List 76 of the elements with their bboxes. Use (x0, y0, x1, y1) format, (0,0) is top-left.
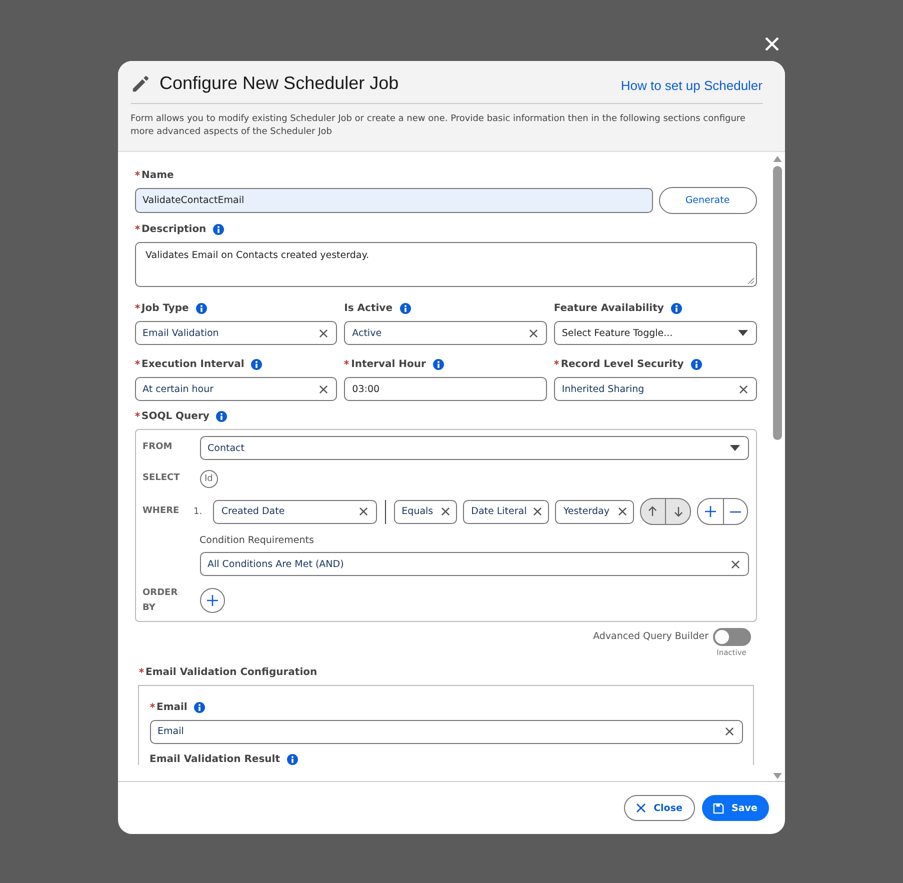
save-button[interactable]: Save (702, 795, 768, 821)
pencil-icon (130, 74, 150, 93)
description-field[interactable]: Validates Email on Contacts created yesterday. (134, 242, 756, 288)
clear-icon[interactable] (730, 560, 740, 569)
condition-requirements-label: Condition Requirements (200, 535, 315, 546)
info-icon[interactable] (196, 303, 207, 314)
field-label: Interval Hour (351, 359, 426, 370)
field-label: Email Validation Result (150, 754, 280, 765)
info-icon[interactable] (194, 702, 206, 713)
info-icon[interactable] (400, 303, 410, 314)
field-label: SOQL Query (142, 411, 210, 422)
select-field[interactable]: At certain hour (134, 377, 338, 402)
generate-button[interactable]: Generate (658, 187, 756, 214)
info-icon[interactable] (670, 303, 682, 314)
info-icon[interactable] (251, 359, 262, 370)
modal-description: Form allows you to modify existing Scheduler Job or create a new one. Provide basic information then in the following sections configure more advanced aspects of the Scheduler Job (130, 113, 746, 140)
scroll-up-icon[interactable] (773, 156, 782, 162)
clear-icon[interactable] (738, 384, 748, 394)
minus-icon (730, 510, 742, 513)
close-icon[interactable] (765, 37, 779, 51)
field-label: Description (142, 224, 206, 236)
select-field[interactable]: Inherited Sharing (554, 377, 756, 402)
clear-icon[interactable] (441, 507, 450, 516)
clear-icon[interactable] (724, 727, 734, 736)
field-label: Execution Interval (142, 359, 244, 370)
value-type-select[interactable]: Date Literal (463, 500, 550, 524)
field-label: Feature Availability (554, 303, 664, 314)
clear-icon[interactable] (319, 328, 328, 338)
add-order-button[interactable] (200, 588, 224, 614)
field-pill[interactable]: Id (200, 470, 218, 488)
select-field[interactable]: Email (150, 720, 742, 744)
close-icon (636, 803, 646, 813)
field-label: Job Type (142, 303, 189, 314)
plus-icon (704, 506, 716, 518)
order-by-label: ORDER BY (142, 587, 179, 616)
info-icon[interactable] (432, 359, 444, 370)
where-label: WHERE (142, 504, 180, 518)
object-dropdown[interactable]: Contact (200, 436, 748, 460)
info-icon[interactable] (216, 411, 228, 422)
clear-icon[interactable] (618, 507, 627, 516)
info-icon[interactable] (213, 224, 224, 236)
select-field[interactable]: Email Validation (134, 321, 338, 346)
down-arrow-icon (674, 506, 683, 518)
select-label: SELECT (142, 472, 181, 486)
field-label: Email Validation Configuration (146, 666, 318, 678)
caret-icon (730, 445, 740, 452)
plus-icon (206, 595, 218, 606)
operator-select[interactable]: Equals (394, 500, 458, 524)
field-label: Is Active (344, 303, 392, 314)
advanced-query-toggle[interactable] (712, 628, 750, 646)
info-icon[interactable] (690, 359, 702, 370)
caret-icon (738, 330, 748, 336)
from-label: FROM (142, 441, 174, 454)
condition-requirements-select[interactable]: All Conditions Are Met (AND) (200, 552, 748, 576)
clear-icon[interactable] (358, 507, 368, 516)
field-select[interactable]: Created Date (213, 500, 377, 524)
up-arrow-icon (648, 506, 658, 518)
select-field[interactable]: Active (344, 321, 547, 346)
clear-icon[interactable] (528, 328, 538, 338)
dropdown-field[interactable]: Select Feature Toggle... (554, 321, 756, 346)
scroll-down-icon[interactable] (773, 773, 782, 779)
field-label: Email (156, 702, 188, 713)
text-field[interactable]: 03:00 (344, 377, 547, 402)
close-button[interactable]: Close (624, 795, 694, 821)
info-icon[interactable] (286, 754, 298, 765)
condition-number: 1. (194, 506, 204, 517)
clear-icon[interactable] (319, 384, 328, 394)
modal-title: Configure New Scheduler Job (160, 73, 399, 94)
field-label: Record Level Security (560, 359, 684, 370)
name-field[interactable]: ValidateContactEmail (134, 188, 652, 214)
field-label: Name (142, 170, 174, 182)
toggle-label: Advanced Query Builder (593, 630, 708, 642)
resize-grip-icon[interactable] (748, 278, 754, 284)
value-select[interactable]: Yesterday (555, 500, 634, 524)
clear-icon[interactable] (533, 507, 542, 516)
help-link[interactable]: How to set up Scheduler (620, 78, 762, 93)
